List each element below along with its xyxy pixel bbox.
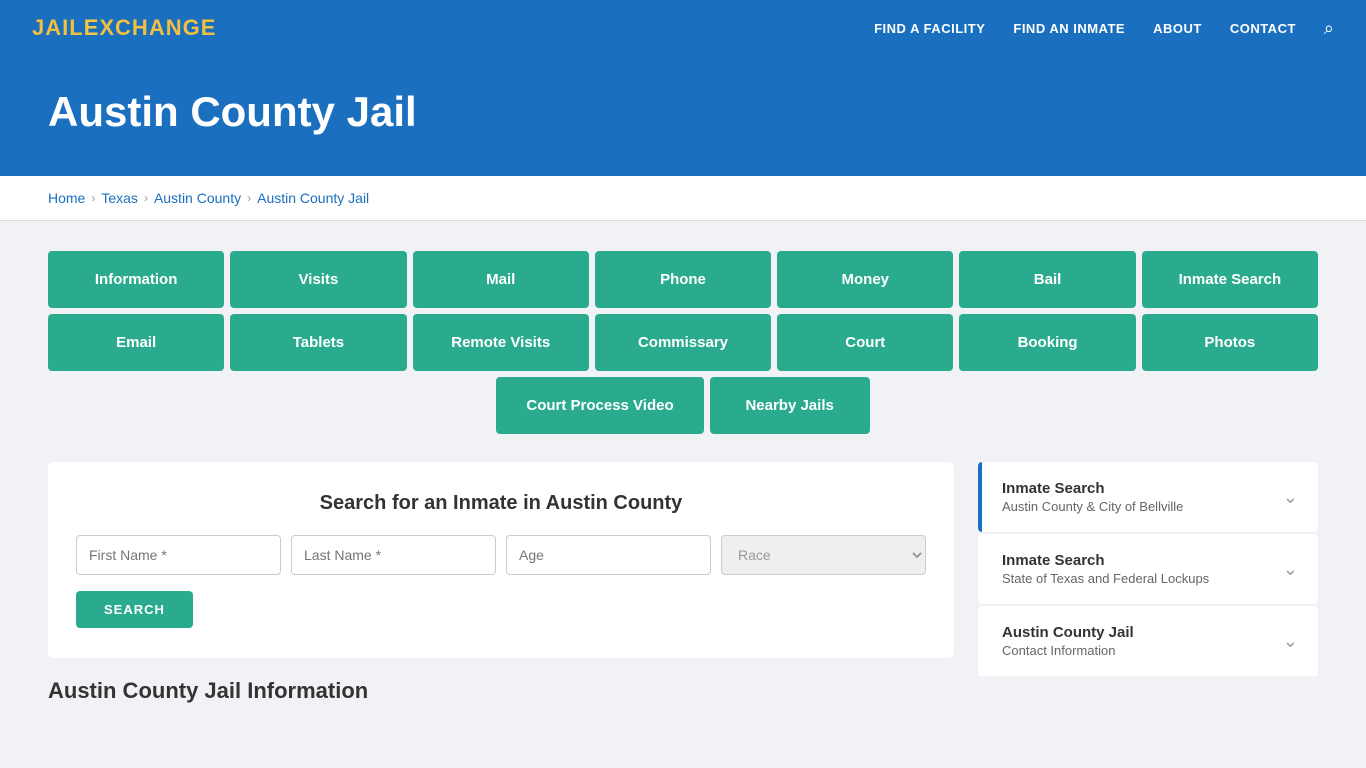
search-fields: Race White Black Hispanic Asian Other xyxy=(76,535,926,575)
tile-row-3: Court Process Video Nearby Jails xyxy=(48,377,1318,434)
tile-visits[interactable]: Visits xyxy=(230,251,406,308)
site-logo[interactable]: JAILEXCHANGE xyxy=(32,15,216,41)
sidebar-item-inmate-search-austin[interactable]: Inmate Search Austin County & City of Be… xyxy=(978,462,1318,532)
tile-court[interactable]: Court xyxy=(777,314,953,371)
search-panel: Search for an Inmate in Austin County Ra… xyxy=(48,462,954,658)
nav-links: FIND A FACILITY FIND AN INMATE ABOUT CON… xyxy=(874,18,1334,39)
sidebar-item-subtitle-1: Austin County & City of Bellville xyxy=(1002,499,1183,514)
tile-phone[interactable]: Phone xyxy=(595,251,771,308)
search-button[interactable]: SEARCH xyxy=(76,591,193,628)
tile-nearby-jails[interactable]: Nearby Jails xyxy=(710,377,870,434)
tile-commissary[interactable]: Commissary xyxy=(595,314,771,371)
info-section: Austin County Jail Information xyxy=(48,658,954,704)
tile-row-1: Information Visits Mail Phone Money Bail… xyxy=(48,251,1318,308)
tile-bail[interactable]: Bail xyxy=(959,251,1135,308)
search-icon[interactable]: ⌕ xyxy=(1324,18,1334,39)
nav-about[interactable]: ABOUT xyxy=(1153,21,1202,36)
nav-find-inmate[interactable]: FIND AN INMATE xyxy=(1013,21,1125,36)
nav-find-facility[interactable]: FIND A FACILITY xyxy=(874,21,985,36)
tile-email[interactable]: Email xyxy=(48,314,224,371)
tile-photos[interactable]: Photos xyxy=(1142,314,1318,371)
hero-section: Austin County Jail xyxy=(0,56,1366,176)
search-title: Search for an Inmate in Austin County xyxy=(76,492,926,515)
sidebar-item-title-1: Inmate Search xyxy=(1002,480,1183,497)
main-content: Information Visits Mail Phone Money Bail… xyxy=(0,221,1366,734)
first-name-input[interactable] xyxy=(76,535,281,575)
breadcrumb-current: Austin County Jail xyxy=(257,190,369,206)
sidebar-item-title-2: Inmate Search xyxy=(1002,552,1209,569)
tile-remote-visits[interactable]: Remote Visits xyxy=(413,314,589,371)
tile-tablets[interactable]: Tablets xyxy=(230,314,406,371)
breadcrumb-sep-3: › xyxy=(247,191,251,205)
tile-inmate-search[interactable]: Inmate Search xyxy=(1142,251,1318,308)
navbar: JAILEXCHANGE FIND A FACILITY FIND AN INM… xyxy=(0,0,1366,56)
age-input[interactable] xyxy=(506,535,711,575)
sidebar-item-contact-info[interactable]: Austin County Jail Contact Information ⌄ xyxy=(978,606,1318,676)
last-name-input[interactable] xyxy=(291,535,496,575)
tile-court-process-video[interactable]: Court Process Video xyxy=(496,377,703,434)
breadcrumb-sep-2: › xyxy=(144,191,148,205)
sidebar-item-text-3: Austin County Jail Contact Information xyxy=(1002,624,1134,658)
sidebar-item-text-1: Inmate Search Austin County & City of Be… xyxy=(1002,480,1183,514)
chevron-down-icon-3: ⌄ xyxy=(1283,631,1298,652)
sidebar-item-title-3: Austin County Jail xyxy=(1002,624,1134,641)
breadcrumb-home[interactable]: Home xyxy=(48,190,85,206)
tile-money[interactable]: Money xyxy=(777,251,953,308)
logo-highlight: E xyxy=(84,15,100,40)
sidebar-item-text-2: Inmate Search State of Texas and Federal… xyxy=(1002,552,1209,586)
nav-contact[interactable]: CONTACT xyxy=(1230,21,1296,36)
tile-row-2: Email Tablets Remote Visits Commissary C… xyxy=(48,314,1318,371)
breadcrumb-sep-1: › xyxy=(91,191,95,205)
info-title: Austin County Jail Information xyxy=(48,658,954,704)
breadcrumb-austin-county[interactable]: Austin County xyxy=(154,190,241,206)
sidebar-item-inmate-search-texas[interactable]: Inmate Search State of Texas and Federal… xyxy=(978,534,1318,604)
content-area: Search for an Inmate in Austin County Ra… xyxy=(48,462,1318,704)
logo-text-xchange: XCHANGE xyxy=(99,15,216,40)
tile-mail[interactable]: Mail xyxy=(413,251,589,308)
chevron-down-icon-2: ⌄ xyxy=(1283,559,1298,580)
page-title: Austin County Jail xyxy=(48,88,1318,136)
left-column: Search for an Inmate in Austin County Ra… xyxy=(48,462,954,704)
breadcrumb: Home › Texas › Austin County › Austin Co… xyxy=(0,176,1366,221)
tile-information[interactable]: Information xyxy=(48,251,224,308)
tile-booking[interactable]: Booking xyxy=(959,314,1135,371)
sidebar-item-subtitle-2: State of Texas and Federal Lockups xyxy=(1002,571,1209,586)
race-select[interactable]: Race White Black Hispanic Asian Other xyxy=(721,535,926,575)
breadcrumb-texas[interactable]: Texas xyxy=(101,190,138,206)
chevron-down-icon-1: ⌄ xyxy=(1283,487,1298,508)
sidebar-item-subtitle-3: Contact Information xyxy=(1002,643,1134,658)
logo-text-jail: JAIL xyxy=(32,15,84,40)
sidebar: Inmate Search Austin County & City of Be… xyxy=(978,462,1318,678)
